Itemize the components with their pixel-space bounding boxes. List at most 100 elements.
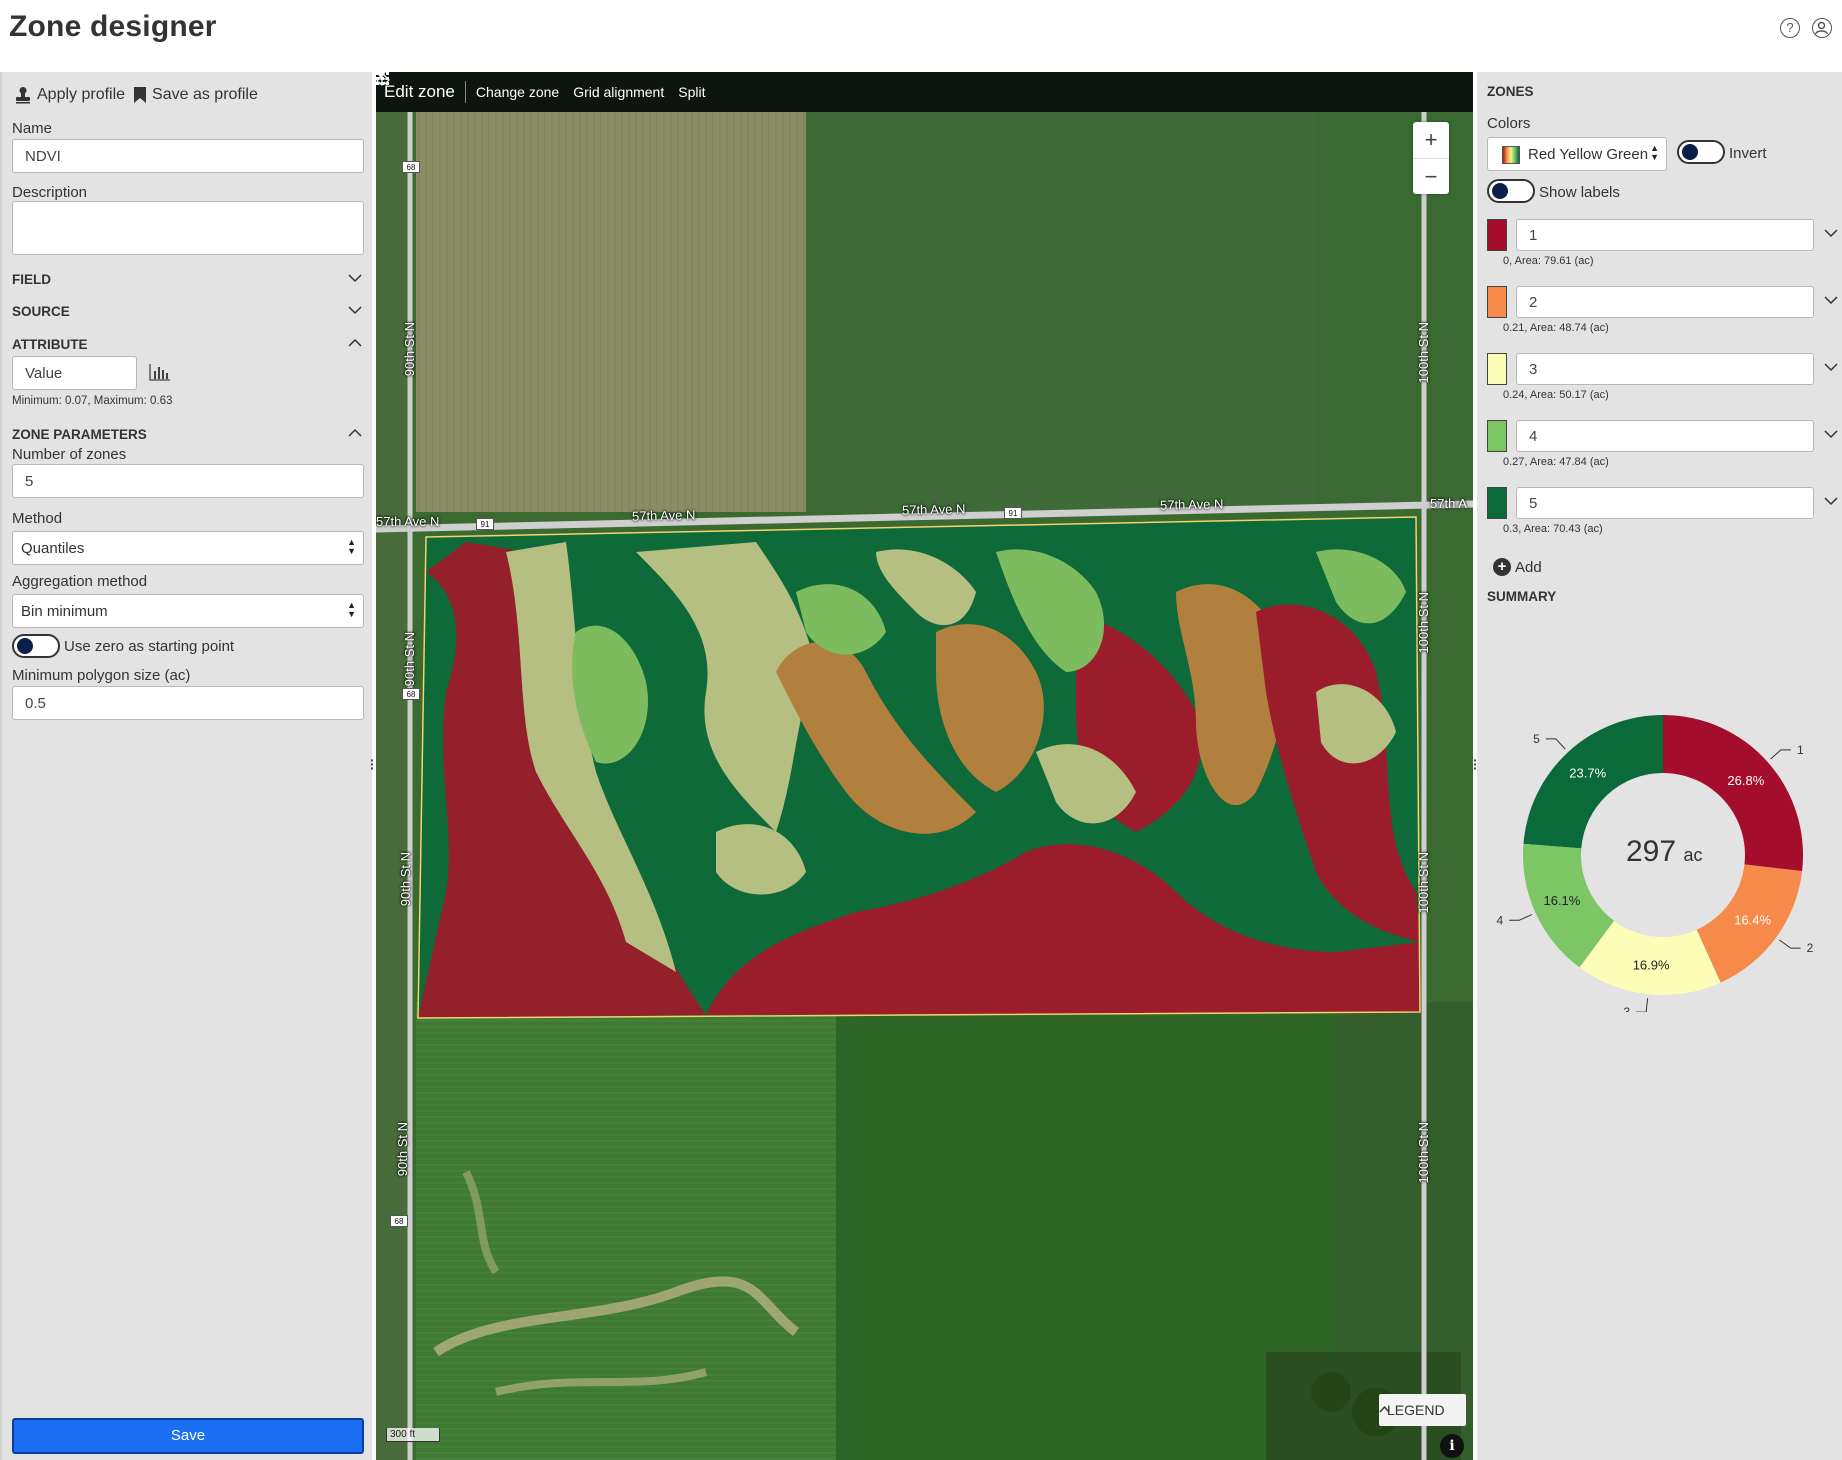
min-polygon-label: Minimum polygon size (ac) (12, 667, 191, 684)
chevron-down-icon (348, 306, 362, 315)
road-label-90th-st: 90th St N (402, 322, 417, 377)
zero-start-toggle[interactable] (12, 634, 60, 658)
zoom-controls: + − (1413, 122, 1449, 194)
aggregation-select[interactable]: Bin minimum ▲ ▼ (12, 594, 364, 628)
select-arrows-icon: ▲ ▼ (1650, 143, 1659, 162)
method-select-value: Quantiles (21, 540, 85, 557)
split-label: Split (678, 84, 706, 100)
donut-leader-line (1636, 998, 1649, 1013)
donut-leader-line (1770, 749, 1791, 760)
attribute-input[interactable]: Value (12, 356, 137, 390)
donut-total-unit: ac (1683, 845, 1702, 865)
zone-name-input[interactable]: 4 (1516, 420, 1814, 452)
zoom-in-button[interactable]: + (1413, 122, 1449, 158)
caret-down-icon (376, 72, 386, 78)
section-attribute-label: ATTRIBUTE (12, 337, 88, 352)
donut-percent-label: 23.7% (1569, 765, 1606, 780)
zone-color-swatch[interactable] (1487, 420, 1507, 452)
section-field-label: FIELD (12, 272, 51, 287)
info-icon[interactable]: i (1440, 1434, 1464, 1458)
zone-color-swatch[interactable] (1487, 286, 1507, 318)
legend-label: LEGEND (1387, 1402, 1445, 1418)
grid-alignment-button[interactable]: Grid alignment (376, 72, 665, 100)
color-scheme-value: Red Yellow Green (1528, 146, 1649, 163)
left-resize-handle[interactable]: · · · (370, 753, 375, 775)
color-scheme-select[interactable]: Red Yellow Green ▲ ▼ (1487, 137, 1667, 171)
change-zone-label: Change zone (475, 84, 560, 100)
grid-alignment-label: Grid alignment (573, 84, 665, 100)
map-view[interactable]: 57th Ave N 57th Ave N 57th Ave N 57th Av… (376, 72, 1473, 1460)
select-arrows-icon: ▲ ▼ (347, 537, 356, 556)
question-circle-icon[interactable]: ? (1780, 18, 1800, 38)
donut-percent-label: 16.9% (1633, 957, 1670, 972)
chevron-down-icon[interactable] (1824, 362, 1838, 372)
section-zone-parameters[interactable]: ZONE PARAMETERS (12, 427, 364, 447)
chevron-down-icon[interactable] (1824, 429, 1838, 439)
zoom-out-button[interactable]: − (1413, 159, 1449, 195)
stamp-icon (16, 87, 30, 104)
zone-color-swatch[interactable] (1487, 219, 1507, 251)
edit-zone-title: Edit zone (384, 82, 455, 101)
section-attribute[interactable]: ATTRIBUTE (12, 337, 364, 357)
method-label: Method (12, 510, 63, 527)
zone-name-input[interactable]: 5 (1516, 487, 1814, 519)
zero-start-label: Use zero as starting point (64, 638, 235, 655)
show-labels-toggle[interactable] (1487, 179, 1535, 203)
road-label-100th-st: 100th St N (1416, 592, 1431, 654)
scale-bar: 300 ft (386, 1428, 440, 1442)
donut-total-value: 297 (1626, 835, 1676, 868)
change-zone-button[interactable]: Change zone (376, 73, 560, 100)
add-zone-label: Add (1515, 558, 1542, 576)
histogram-icon[interactable] (149, 363, 171, 381)
section-source[interactable]: SOURCE (12, 304, 364, 324)
chevron-down-icon[interactable] (1824, 295, 1838, 305)
save-button[interactable]: Save (12, 1418, 364, 1454)
plus-circle-icon: + (1493, 558, 1511, 576)
route-shield: 68 (402, 161, 420, 173)
profile-toolbar: Apply profile Save as profile (14, 84, 258, 106)
left-panel: Apply profile Save as profile Name NDVI … (0, 72, 372, 1460)
road-label-90th-st: 90th St N (402, 632, 417, 687)
donut-slice-5[interactable] (1523, 715, 1663, 849)
donut-svg: 297 ac 26.8% 1 16.4% 2 16.9% 3 16.1% 4 23.7% 5 (1496, 715, 1814, 1019)
zone-overlay (417, 516, 1421, 1019)
legend-button[interactable]: LEGEND (1379, 1394, 1466, 1426)
donut-slice-label: 5 (1533, 732, 1540, 746)
zone-name-input[interactable]: 1 (1516, 219, 1814, 251)
zone-row: 4 0.27, Area: 47.84 (ac) (1487, 420, 1838, 484)
header-bar: Zone designer ? (0, 0, 1842, 72)
zones-title: ZONES (1487, 84, 1534, 99)
method-select[interactable]: Quantiles ▲ ▼ (12, 531, 364, 565)
add-zone-button[interactable]: + Add (1493, 558, 1542, 576)
road-label-57th-ave: 57th Ave N (631, 507, 696, 524)
aggregation-label: Aggregation method (12, 573, 148, 590)
donut-slice-label: 1 (1797, 743, 1804, 757)
chevron-down-icon[interactable] (1824, 496, 1838, 506)
apply-profile-button[interactable]: Apply profile (14, 86, 125, 104)
user-circle-icon[interactable] (1812, 18, 1832, 38)
donut-leader-line (1509, 914, 1533, 921)
zone-name-input[interactable]: 3 (1516, 353, 1814, 385)
donut-leader-line (1779, 939, 1801, 949)
zone-info-text: 0, Area: 79.61 (ac) (1503, 255, 1594, 267)
num-zones-input[interactable]: 5 (12, 464, 364, 498)
page-title: Zone designer (9, 10, 217, 43)
chevron-down-icon[interactable] (1824, 228, 1838, 238)
road-label-100th-st: 100th St N (1416, 852, 1431, 914)
summary-title: SUMMARY (1487, 589, 1557, 604)
zone-color-swatch[interactable] (1487, 487, 1507, 519)
zone-color-swatch[interactable] (1487, 353, 1507, 385)
zone-row: 5 0.3, Area: 70.43 (ac) (1487, 487, 1838, 551)
split-button[interactable]: Split (376, 72, 706, 100)
zone-info-text: 0.27, Area: 47.84 (ac) (1503, 456, 1609, 468)
description-input[interactable] (12, 201, 364, 255)
donut-slice-label: 2 (1807, 941, 1814, 955)
name-input[interactable]: NDVI (12, 139, 364, 173)
zone-name-input[interactable]: 2 (1516, 286, 1814, 318)
invert-toggle[interactable] (1677, 140, 1725, 164)
min-polygon-input[interactable]: 0.5 (12, 686, 364, 720)
save-as-profile-button[interactable]: Save as profile (133, 86, 258, 104)
donut-slice-label: 4 (1496, 913, 1503, 927)
route-shield: 91 (1004, 507, 1022, 519)
section-field[interactable]: FIELD (12, 272, 364, 292)
